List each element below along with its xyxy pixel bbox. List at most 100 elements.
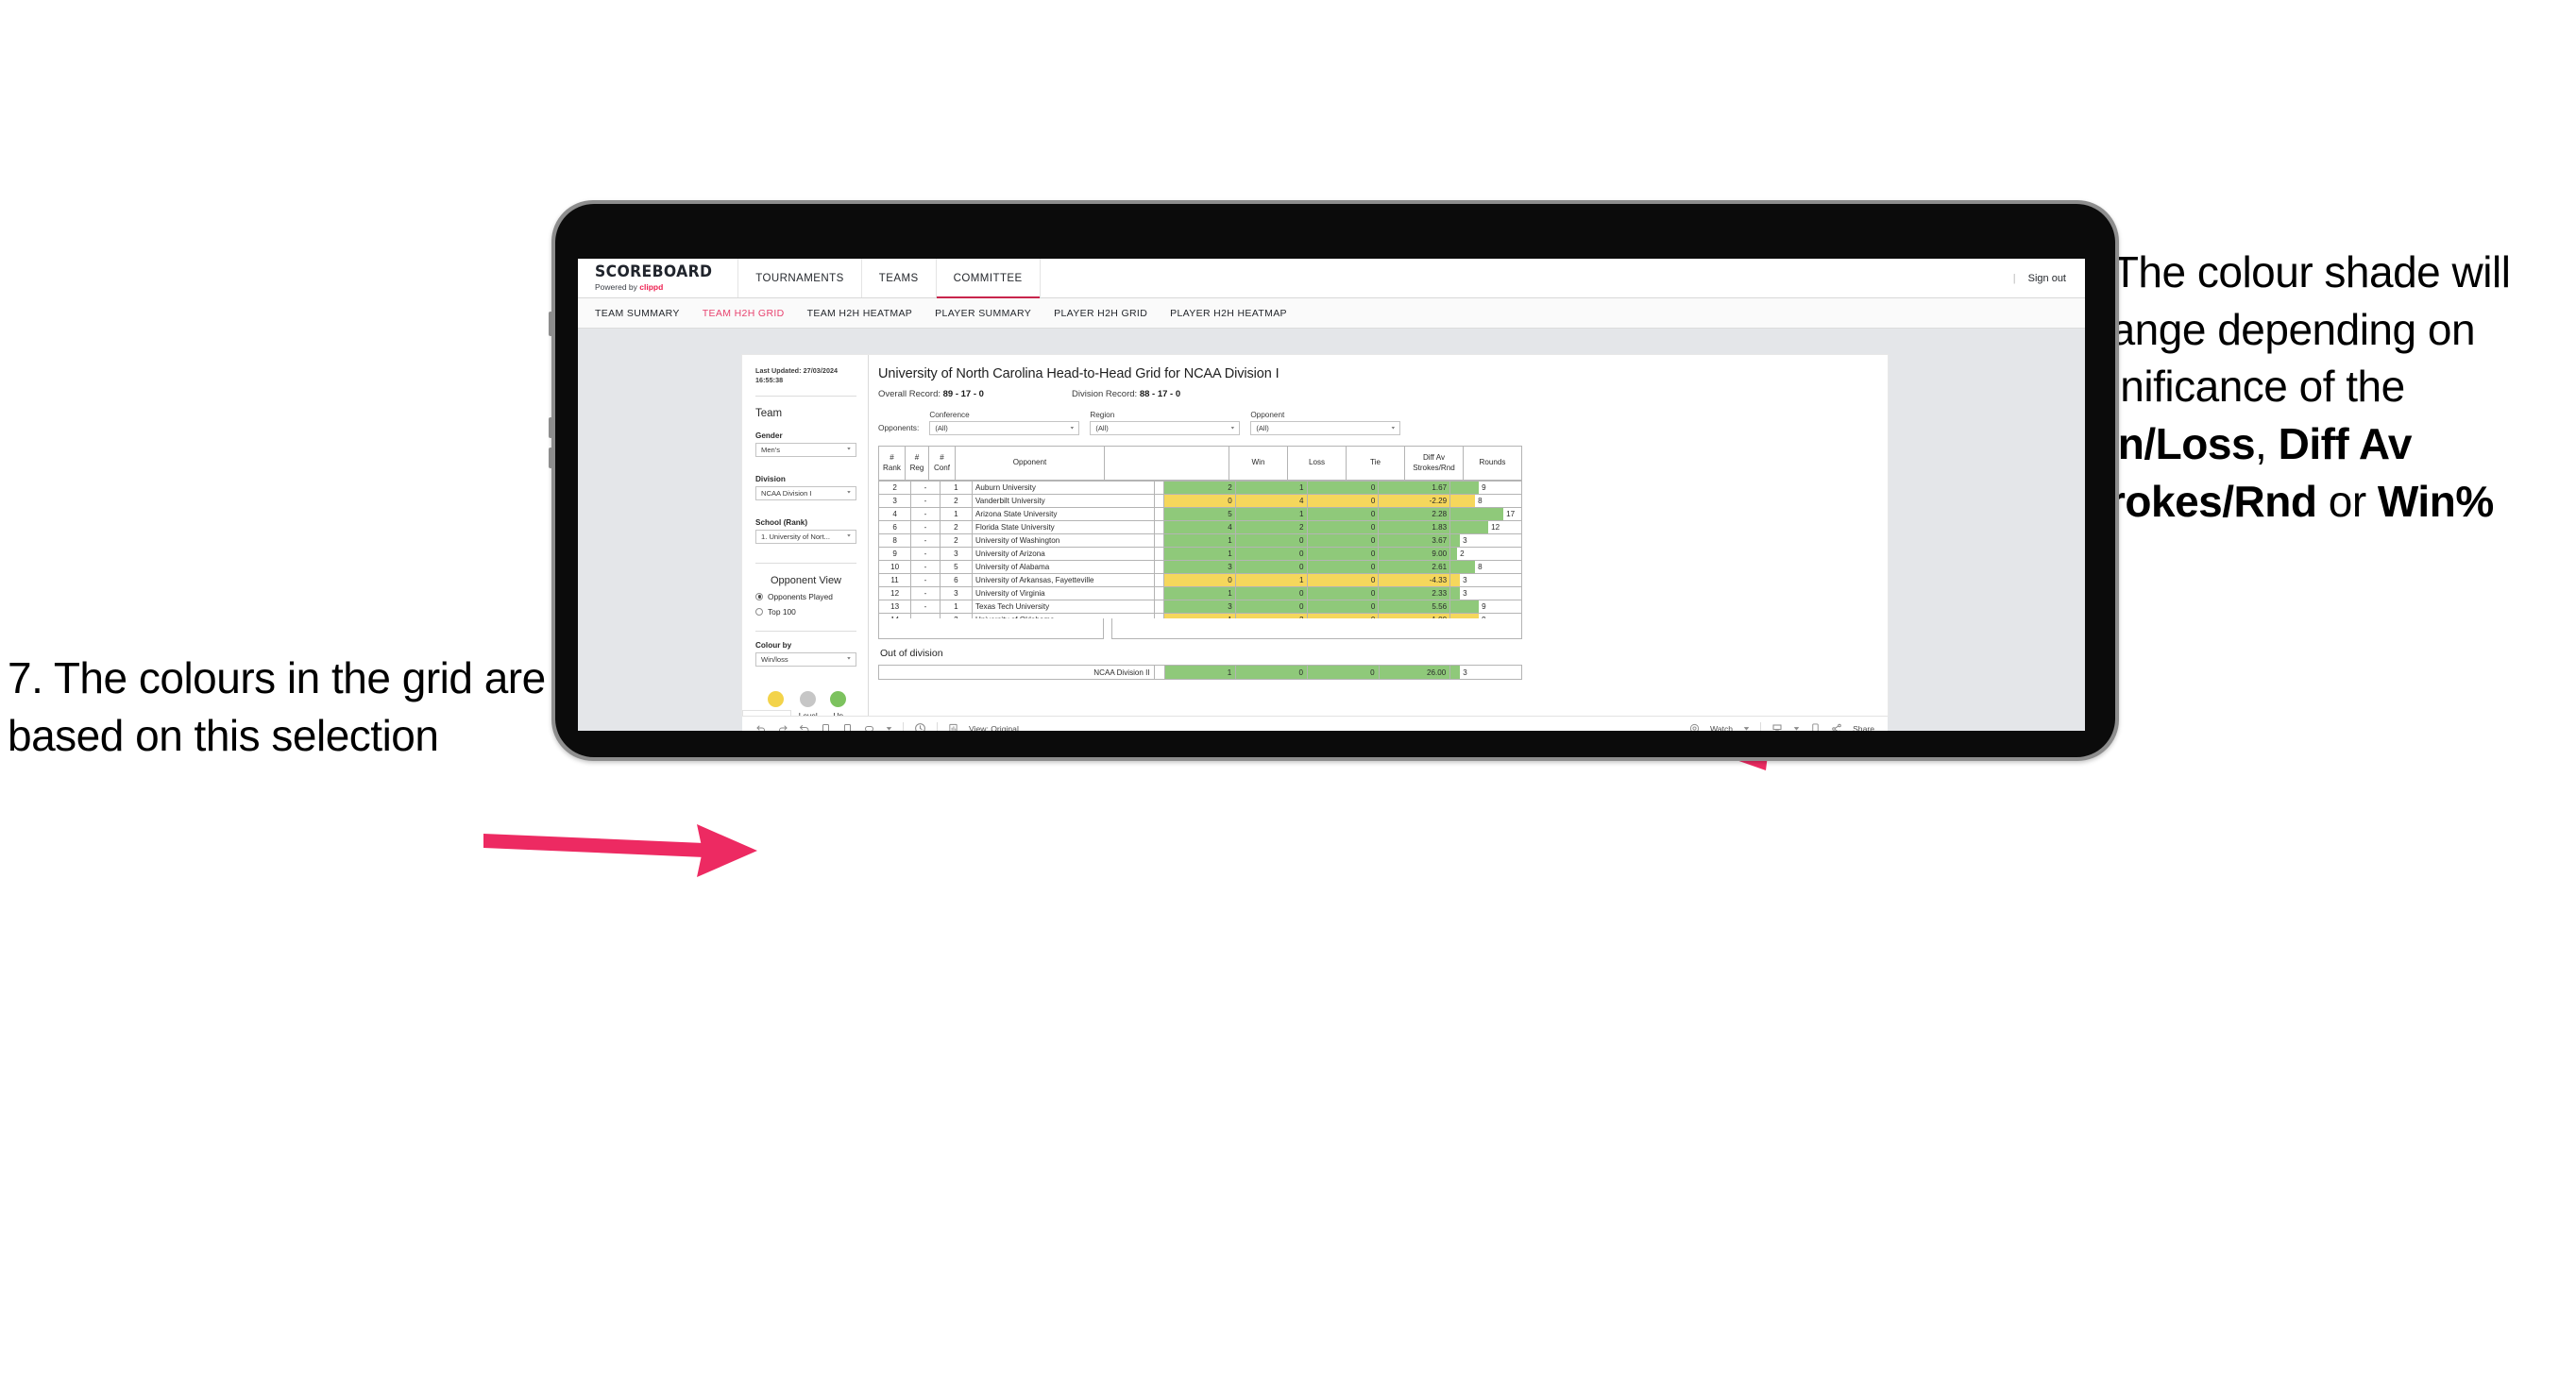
- cell-win: 0: [1162, 494, 1236, 508]
- cell-tie: 0: [1306, 613, 1380, 618]
- gender-select[interactable]: Men's ▼: [755, 442, 856, 457]
- opponents-filter-label: Opponents:: [878, 423, 920, 432]
- cell-loss: 0: [1234, 560, 1308, 574]
- caret-down-icon: [1743, 725, 1750, 731]
- device-button-power[interactable]: [549, 312, 552, 336]
- cell-rank: 4: [878, 507, 912, 521]
- cell-diff-av-strokes: -1.00: [1378, 613, 1451, 618]
- refresh-icon[interactable]: [821, 723, 832, 731]
- cell-spacer: [1153, 665, 1165, 680]
- table-row[interactable]: 8-2 University of Washington 1 0 0 3.67 3: [878, 533, 1522, 548]
- signout-link[interactable]: Sign out: [2028, 273, 2066, 284]
- rounds-bar: [1450, 548, 1458, 560]
- out-of-division-row[interactable]: NCAA Division II 1 0 0 26.00 3: [878, 665, 1522, 680]
- annotation-8-sep1: ,: [2255, 419, 2279, 469]
- chevron-down-icon: ▼: [1069, 426, 1076, 431]
- table-row[interactable]: 4-1 Arizona State University 5 1 0 2.28 17: [878, 507, 1522, 521]
- colour-by-select[interactable]: Win/loss ▼: [755, 651, 856, 667]
- subnav-item-team-h2h-heatmap[interactable]: TEAM H2H HEATMAP: [807, 308, 913, 319]
- device-button-volume-up[interactable]: [549, 417, 552, 438]
- cell-rank: 9: [878, 547, 912, 561]
- subnav-item-team-summary[interactable]: TEAM SUMMARY: [595, 308, 680, 319]
- cell-win: 1: [1162, 547, 1236, 561]
- brand-powered-prefix: Powered by: [595, 282, 640, 293]
- subnav-item-player-h2h-grid[interactable]: PLAYER H2H GRID: [1054, 308, 1147, 319]
- topnav-item-tournaments[interactable]: TOURNAMENTS: [738, 259, 862, 297]
- toolbar-watch-group[interactable]: Watch: [1689, 723, 1750, 731]
- subnav-item-player-summary[interactable]: PLAYER SUMMARY: [935, 308, 1031, 319]
- share-icon[interactable]: [1831, 723, 1842, 731]
- undo-icon[interactable]: [755, 723, 767, 731]
- rounds-value: 3: [1463, 536, 1467, 545]
- col-header-win: Win: [1229, 446, 1288, 481]
- topnav-item-committee[interactable]: COMMITTEE: [936, 259, 1041, 298]
- topnav-item-teams[interactable]: TEAMS: [862, 259, 937, 297]
- subnav-item-player-h2h-heatmap[interactable]: PLAYER H2H HEATMAP: [1170, 308, 1287, 319]
- overall-record-value: 89 - 17 - 0: [942, 389, 984, 399]
- download-icon[interactable]: [1771, 723, 1783, 731]
- rounds-bar: [1450, 495, 1476, 507]
- division-select[interactable]: NCAA Division I ▼: [755, 485, 856, 500]
- toolbar-view-group[interactable]: View: Original: [948, 723, 1019, 731]
- table-row[interactable]: 11-6 University of Arkansas, Fayetteville…: [878, 573, 1522, 587]
- cell-reg: -: [910, 600, 941, 614]
- subnav-item-team-h2h-grid[interactable]: TEAM H2H GRID: [703, 308, 785, 319]
- table-row[interactable]: 3-2 Vanderbilt University 0 4 0 -2.29 8: [878, 494, 1522, 508]
- table-row[interactable]: 9-3 University of Arizona 1 0 0 9.00 2: [878, 547, 1522, 561]
- cell-spacer: [1154, 573, 1164, 587]
- cell-rank: 8: [878, 533, 912, 548]
- table-row[interactable]: 10-5 University of Alabama 3 0 0 2.61 8: [878, 560, 1522, 574]
- h2h-grid-header-table: # Rank # Reg # Conf Opponent Win Loss Tie: [878, 446, 1522, 481]
- table-row[interactable]: 2-1 Auburn University 2 1 0 1.67 9: [878, 481, 1522, 495]
- table-row[interactable]: 14-2University of Oklahoma120-1.009: [878, 613, 1522, 618]
- toolbar-right-group: Share: [1771, 723, 1874, 731]
- filter-opponent-label: Opponent: [1250, 411, 1285, 419]
- col-header-opponent: Opponent: [955, 446, 1105, 481]
- brand-logo[interactable]: SCOREBOARD Powered by clippd: [578, 259, 739, 297]
- radio-opponents-played[interactable]: Opponents Played: [755, 592, 856, 601]
- chevron-down-icon: ▼: [846, 657, 852, 662]
- cell-diff-av-strokes: 1.83: [1378, 520, 1451, 534]
- redo-icon[interactable]: [777, 723, 788, 731]
- pause-icon[interactable]: [842, 723, 854, 731]
- filter-region-select[interactable]: (All) ▼: [1090, 421, 1241, 435]
- toolbar-separator-3: [1760, 722, 1762, 731]
- caret-down-icon[interactable]: [886, 725, 892, 731]
- ellipsis-icon[interactable]: [864, 723, 875, 731]
- out-of-division-title: Out of division: [880, 648, 943, 659]
- cell-win: 0: [1162, 573, 1236, 587]
- pane-heading-team: Team: [755, 407, 783, 419]
- cell-rounds: 12: [1449, 520, 1522, 534]
- cell-win: 4: [1162, 520, 1236, 534]
- table-row[interactable]: 6-2 Florida State University 4 2 0 1.83 12: [878, 520, 1522, 534]
- revert-icon[interactable]: [799, 723, 810, 731]
- filter-conference-select[interactable]: (All) ▼: [929, 421, 1080, 435]
- cell-spacer: [1154, 560, 1164, 574]
- chevron-down-icon: ▼: [1390, 426, 1397, 431]
- filter-conference-label: Conference: [929, 411, 970, 419]
- annotation-7-text: 7. The colours in the grid are based on …: [8, 653, 546, 760]
- device-button-volume-down[interactable]: [549, 448, 552, 468]
- cell-conf: 2: [939, 520, 974, 534]
- cell-spacer: [1154, 520, 1164, 534]
- rounds-value: 12: [1491, 523, 1500, 532]
- filter-opponent-select[interactable]: (All) ▼: [1250, 421, 1401, 435]
- topnav-spacer: [1041, 259, 2013, 297]
- school-rank-value: 1. University of Nort...: [761, 532, 831, 541]
- empty-strip-left: [878, 618, 1104, 639]
- caret-down-icon[interactable]: [1793, 725, 1800, 731]
- table-row[interactable]: 13-1 Texas Tech University 3 0 0 5.56 9: [878, 600, 1522, 614]
- col-header-reg-l2: Reg: [909, 463, 924, 472]
- radio-button-icon: [755, 607, 763, 616]
- table-row[interactable]: 12-3 University of Virginia 1 0 0 2.33 3: [878, 586, 1522, 600]
- cell-rank: 2: [878, 481, 912, 495]
- cell-opponent: University of Arizona: [971, 547, 1156, 561]
- division-label: Division: [755, 474, 786, 483]
- device-icon[interactable]: [1810, 723, 1821, 731]
- filter-pane: Last Updated: 27/03/2024 16:55:38 Team G…: [742, 355, 869, 720]
- school-rank-select[interactable]: 1. University of Nort... ▼: [755, 529, 856, 544]
- radio-top-100[interactable]: Top 100: [755, 607, 856, 617]
- h2h-grid-body-scroll[interactable]: 2-1 Auburn University 2 1 0 1.67 9 3-2 Vanderbil…: [878, 481, 1874, 618]
- clock-icon[interactable]: [914, 722, 926, 731]
- toolbar-left-group: [755, 723, 892, 731]
